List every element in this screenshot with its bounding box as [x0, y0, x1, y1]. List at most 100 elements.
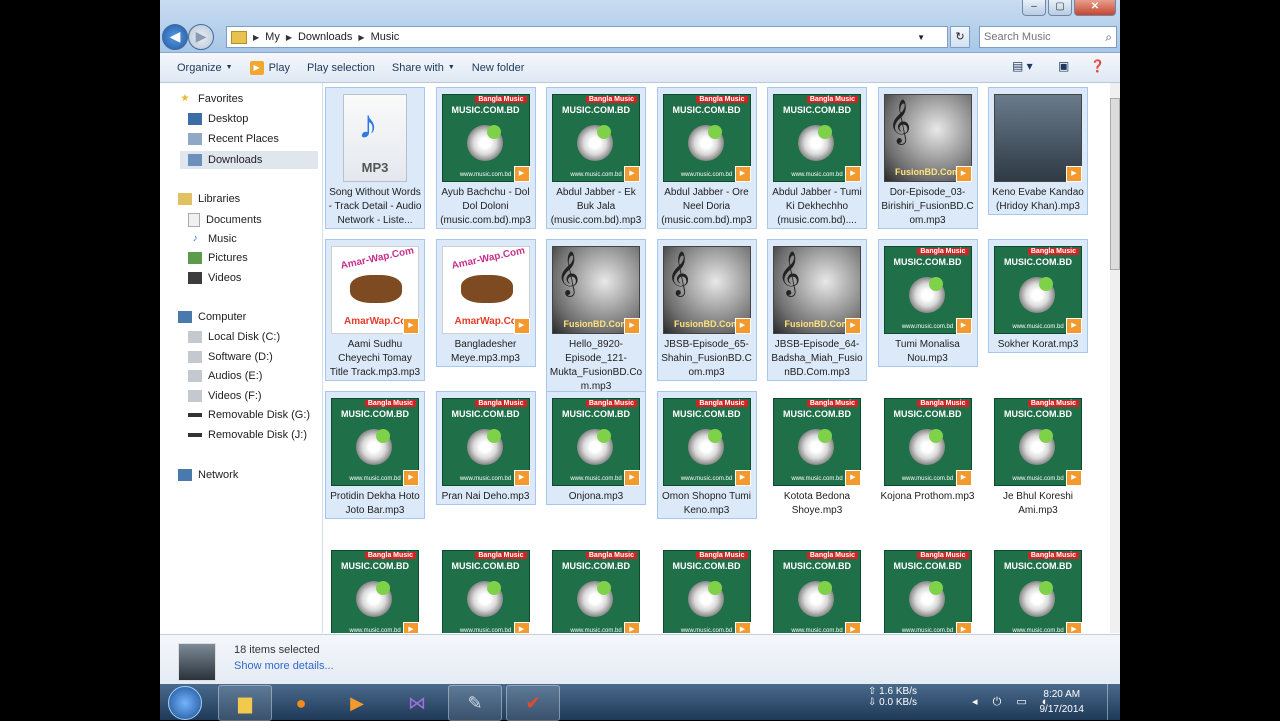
nav-label: Computer: [198, 311, 247, 323]
file-item[interactable]: Bangla Music MUSIC.COM.BD www.music.com.bd…: [767, 543, 867, 633]
file-item[interactable]: 𝄞 FusionBD.Com ▶ Hello_8920-Episode_121-Muk…: [546, 239, 646, 395]
search-box[interactable]: ⌕: [979, 26, 1117, 48]
play-selection-button[interactable]: Play selection: [307, 62, 375, 74]
file-thumbnail: Bangla Music MUSIC.COM.BD www.music.com.bd…: [773, 550, 861, 633]
nav-drive-g[interactable]: Removable Disk (G:): [188, 409, 310, 421]
file-item[interactable]: Bangla Music MUSIC.COM.BD www.music.com.bd…: [767, 391, 867, 519]
show-desktop-button[interactable]: [1107, 684, 1120, 720]
nav-computer[interactable]: Computer: [178, 311, 246, 323]
site-label: MUSIC.COM.BD: [451, 561, 520, 571]
address-bar[interactable]: ▶ My ▶ Downloads ▶ Music ▼: [226, 26, 948, 48]
file-thumbnail: Bangla Music MUSIC.COM.BD www.music.com.bd…: [552, 550, 640, 633]
nav-label: Removable Disk (J:): [208, 429, 308, 441]
network-icon: [178, 469, 192, 481]
close-button[interactable]: ✕: [1074, 0, 1116, 16]
nav-network[interactable]: Network: [178, 469, 238, 481]
maximize-button[interactable]: ▢: [1048, 0, 1072, 16]
file-item[interactable]: Bangla Music MUSIC.COM.BD www.music.com.bd…: [877, 239, 978, 367]
file-item[interactable]: Bangla Music MUSIC.COM.BD www.music.com.bd…: [988, 239, 1088, 353]
taskbar-paint[interactable]: ✎: [448, 685, 502, 721]
file-item[interactable]: Bangla Music MUSIC.COM.BD www.music.com.bd…: [988, 391, 1088, 519]
file-item[interactable]: Amar-Wap.Com AmarWap.Com ▶ Aami Sudhu Cheye…: [325, 239, 425, 381]
file-item[interactable]: Bangla Music MUSIC.COM.BD www.music.com.bd…: [656, 391, 757, 519]
breadcrumb-downloads[interactable]: Downloads: [298, 31, 352, 43]
nav-drive-c[interactable]: Local Disk (C:): [188, 331, 280, 343]
taskbar-app[interactable]: ✔: [506, 685, 560, 721]
file-item[interactable]: Bangla Music MUSIC.COM.BD www.music.com.bd…: [325, 391, 425, 519]
nav-downloads[interactable]: Downloads: [180, 151, 318, 169]
file-item[interactable]: Bangla Music MUSIC.COM.BD www.music.com.bd…: [436, 543, 536, 633]
search-input[interactable]: [980, 30, 1096, 44]
breadcrumb-music[interactable]: Music: [371, 31, 400, 43]
nav-favorites[interactable]: ★ Favorites: [178, 93, 244, 105]
breadcrumb-my[interactable]: My: [265, 31, 280, 43]
file-item[interactable]: Bangla Music MUSIC.COM.BD www.music.com.bd…: [325, 543, 425, 633]
nav-videos[interactable]: Videos: [188, 272, 241, 284]
file-item[interactable]: ♪ MP3 Song Without Words - Track Detail - …: [325, 87, 425, 229]
file-item[interactable]: Bangla Music MUSIC.COM.BD www.music.com.bd…: [656, 87, 757, 229]
nav-music[interactable]: ♪ Music: [188, 233, 237, 245]
file-item[interactable]: Bangla Music MUSIC.COM.BD www.music.com.bd…: [435, 391, 536, 505]
file-item[interactable]: Bangla Music MUSIC.COM.BD www.music.com.bd…: [878, 391, 978, 505]
play-icon: ▶: [403, 318, 419, 334]
play-icon: ▶: [955, 318, 972, 334]
minimize-button[interactable]: –: [1022, 0, 1046, 16]
file-item[interactable]: Bangla Music MUSIC.COM.BD www.music.com.bd…: [546, 543, 646, 633]
nav-drive-f[interactable]: Videos (F:): [188, 390, 262, 402]
file-thumbnail: Bangla Music MUSIC.COM.BD www.music.com.bd…: [331, 398, 419, 486]
taskbar-firefox[interactable]: ●: [274, 685, 328, 721]
play-button[interactable]: ▶ Play: [249, 60, 290, 75]
file-item[interactable]: Bangla Music MUSIC.COM.BD www.music.com.bd…: [767, 87, 867, 229]
play-icon: ▶: [845, 318, 861, 334]
organize-button[interactable]: Organize ▼: [177, 62, 233, 74]
nav-desktop[interactable]: Desktop: [188, 113, 248, 125]
file-item[interactable]: Bangla Music MUSIC.COM.BD www.music.com.bd…: [435, 87, 536, 229]
nav-label: Videos: [208, 272, 242, 284]
forward-button[interactable]: ▶: [188, 24, 214, 50]
file-item[interactable]: Bangla Music MUSIC.COM.BD www.music.com.bd…: [546, 87, 646, 229]
upload-speed: ⇧ 1.6 KB/s: [868, 686, 917, 697]
view-options-icon[interactable]: ▤ ▾: [1012, 59, 1033, 75]
clock[interactable]: 8:20 AM 9/17/2014: [1040, 687, 1085, 717]
file-item[interactable]: Bangla Music MUSIC.COM.BD www.music.com.bd…: [546, 391, 646, 505]
file-item[interactable]: 𝄞 FusionBD.Com ▶ JBSB-Episode_64-Badsha_Mia…: [767, 239, 867, 381]
file-name: Protidin Dekha Hoto Joto Bar.mp3: [330, 491, 420, 516]
file-thumbnail: Bangla Music MUSIC.COM.BD www.music.com.bd…: [441, 94, 530, 182]
taskbar-visual-studio[interactable]: ⋈: [390, 685, 444, 721]
nav-drive-e[interactable]: Audios (E:): [188, 370, 262, 382]
nav-label: Videos (F:): [208, 390, 262, 402]
nav-documents[interactable]: Documents: [188, 213, 262, 227]
file-item[interactable]: 𝄞 FusionBD.Com ▶ JBSB-Episode_65-Shahin_Fus…: [656, 239, 757, 381]
title-bar: – ▢ ✕ ◀ ▶ ▶ My ▶ Downloads ▶ Music ▼ ↻ ⌕: [160, 0, 1120, 53]
nav-libraries[interactable]: Libraries: [178, 193, 240, 205]
preview-pane-icon[interactable]: ▣: [1058, 59, 1069, 75]
help-icon[interactable]: ❓: [1090, 59, 1105, 75]
file-item[interactable]: Bangla Music MUSIC.COM.BD www.music.com.bd…: [988, 543, 1088, 633]
new-folder-button[interactable]: New folder: [472, 62, 525, 74]
taskbar-media-player[interactable]: ▶: [330, 685, 384, 721]
start-button[interactable]: [168, 686, 202, 720]
refresh-button[interactable]: ↻: [950, 26, 970, 48]
search-icon[interactable]: ⌕: [1105, 30, 1112, 45]
file-item[interactable]: Amar-Wap.Com AmarWap.Com ▶ Bangladesher Mey…: [435, 239, 536, 367]
nav-drive-j[interactable]: Removable Disk (J:): [188, 429, 307, 441]
nav-recent-places[interactable]: Recent Places: [188, 133, 279, 145]
nav-pictures[interactable]: Pictures: [188, 252, 248, 264]
file-thumbnail: Bangla Music MUSIC.COM.BD www.music.com.bd…: [883, 398, 972, 486]
taskbar-explorer[interactable]: ▆: [218, 685, 272, 721]
back-button[interactable]: ◀: [162, 24, 188, 50]
file-item[interactable]: Bangla Music MUSIC.COM.BD www.music.com.bd…: [878, 543, 978, 633]
nav-drive-d[interactable]: Software (D:): [188, 351, 273, 363]
file-item[interactable]: ▶ Keno Evabe Kandao (Hridoy Khan).mp3: [988, 87, 1088, 215]
file-item[interactable]: Bangla Music MUSIC.COM.BD www.music.com.bd…: [657, 543, 757, 633]
file-thumbnail: Bangla Music MUSIC.COM.BD www.music.com.bd…: [773, 398, 861, 486]
file-thumbnail: Bangla Music MUSIC.COM.BD www.music.com.bd…: [662, 550, 751, 633]
share-with-button[interactable]: Share with ▼: [392, 62, 455, 74]
nav-label: Removable Disk (G:): [208, 409, 311, 421]
scrollbar-thumb[interactable]: [1110, 98, 1120, 270]
file-item[interactable]: 𝄞 FusionBD.Com ▶ Dor-Episode_03-Birishiri_F…: [877, 87, 978, 229]
chevron-down-icon[interactable]: ▼: [917, 33, 925, 42]
nav-label: Music: [208, 233, 237, 245]
show-more-details-link[interactable]: Show more details...: [234, 660, 334, 672]
paint-icon: ✎: [467, 692, 483, 713]
